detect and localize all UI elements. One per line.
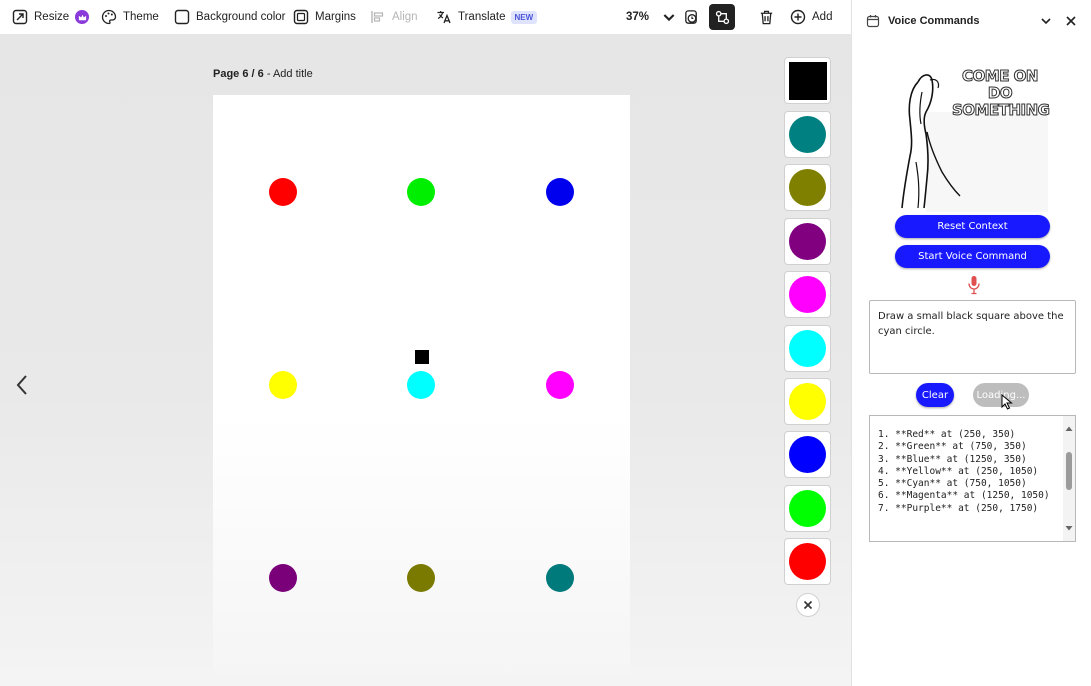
swatch-fill bbox=[789, 223, 826, 260]
scrollbar-thumb[interactable] bbox=[1066, 452, 1072, 490]
add-title-link[interactable]: - Add title bbox=[267, 68, 313, 80]
plus-circle-icon bbox=[790, 9, 806, 25]
swatch-blue[interactable] bbox=[784, 431, 831, 478]
timer-icon bbox=[683, 9, 700, 26]
margins-icon bbox=[293, 9, 309, 25]
swatch-olive[interactable] bbox=[784, 164, 831, 211]
reset-context-button[interactable]: Reset Context bbox=[895, 215, 1050, 238]
panel-title: Voice Commands bbox=[888, 15, 980, 27]
swatch-fill bbox=[788, 61, 827, 100]
plugin-icon bbox=[714, 9, 731, 26]
magenta-circle[interactable] bbox=[546, 371, 574, 399]
mouse-cursor-icon bbox=[1001, 393, 1013, 410]
output-scrollbar[interactable] bbox=[1063, 416, 1075, 541]
theme-button[interactable]: Theme bbox=[101, 0, 159, 34]
scroll-down-arrow-icon[interactable] bbox=[1065, 519, 1073, 531]
voice-command-textarea[interactable]: Draw a small black square above the cyan… bbox=[869, 300, 1076, 374]
close-icon bbox=[1066, 16, 1076, 26]
margins-button[interactable]: Margins bbox=[293, 0, 356, 34]
swatch-fill bbox=[789, 169, 826, 206]
clear-button[interactable]: Clear bbox=[916, 383, 954, 407]
swatch-red[interactable] bbox=[784, 538, 831, 585]
premium-crown-icon bbox=[75, 10, 90, 24]
teal-circle[interactable] bbox=[546, 564, 574, 592]
trash-icon bbox=[758, 9, 775, 26]
zoom-value: 37% bbox=[626, 11, 650, 23]
scroll-up-arrow-icon[interactable] bbox=[1065, 420, 1073, 431]
blue-circle[interactable] bbox=[546, 178, 574, 206]
translate-icon bbox=[436, 9, 452, 25]
collapse-panel-button[interactable] bbox=[1038, 13, 1054, 29]
swatch-fill bbox=[789, 543, 826, 580]
swatch-teal[interactable] bbox=[784, 111, 831, 158]
start-voice-command-button[interactable]: Start Voice Command bbox=[895, 245, 1050, 268]
chevron-down-icon bbox=[661, 9, 677, 25]
close-icon bbox=[803, 600, 813, 610]
page-indicator: Page 6 / 6 - Add title bbox=[213, 68, 313, 80]
square-outline-icon bbox=[174, 9, 190, 25]
swatch-cyan[interactable] bbox=[784, 325, 831, 372]
response-output-text: 1. **Red** at (250, 350) 2. **Green** at… bbox=[878, 429, 1050, 514]
purple-circle[interactable] bbox=[269, 564, 297, 592]
resize-label: Resize bbox=[34, 11, 70, 23]
translate-button[interactable]: Translate NEW bbox=[436, 0, 538, 34]
background-color-label: Background color bbox=[196, 11, 286, 23]
microphone-icon[interactable] bbox=[967, 275, 981, 295]
timer-button[interactable] bbox=[678, 4, 704, 30]
top-toolbar: Resize Theme Background color Margins Al… bbox=[0, 0, 851, 34]
swatch-black-square[interactable] bbox=[784, 57, 831, 104]
red-circle[interactable] bbox=[269, 178, 297, 206]
page-number: Page 6 / 6 bbox=[213, 68, 264, 80]
design-page[interactable] bbox=[213, 95, 630, 675]
meme-caption: COME ON DO SOMETHING bbox=[952, 67, 1051, 119]
panel-header: Voice Commands bbox=[852, 0, 1091, 42]
resize-icon bbox=[12, 9, 28, 25]
add-button[interactable]: Add bbox=[790, 0, 832, 34]
swatch-purple[interactable] bbox=[784, 218, 831, 265]
chevron-left-icon bbox=[15, 374, 29, 396]
translate-label: Translate bbox=[458, 11, 506, 23]
new-badge: NEW bbox=[510, 10, 538, 24]
align-label: Align bbox=[392, 11, 418, 23]
swatch-fill bbox=[789, 383, 826, 420]
previous-page-button[interactable] bbox=[12, 372, 32, 398]
palette-icon bbox=[101, 9, 117, 25]
plugin-button[interactable] bbox=[709, 4, 735, 30]
swatch-fill bbox=[789, 436, 826, 473]
add-label: Add bbox=[812, 11, 833, 23]
green-circle[interactable] bbox=[407, 178, 435, 206]
resize-button[interactable]: Resize bbox=[12, 0, 90, 34]
swatch-fill bbox=[789, 330, 826, 367]
swatch-fill bbox=[789, 116, 826, 153]
meme-image: COME ON DO SOMETHING bbox=[896, 62, 1051, 212]
delete-button[interactable] bbox=[753, 4, 779, 30]
close-panel-button[interactable] bbox=[1063, 13, 1079, 29]
cyan-circle[interactable] bbox=[407, 371, 435, 399]
close-swatches-button[interactable] bbox=[796, 593, 820, 617]
olive-circle[interactable] bbox=[407, 564, 435, 592]
response-output-box[interactable]: 1. **Red** at (250, 350) 2. **Green** at… bbox=[869, 415, 1076, 542]
align-button[interactable]: Align bbox=[370, 0, 418, 34]
calendar-icon bbox=[866, 14, 880, 28]
margins-label: Margins bbox=[315, 11, 356, 23]
black-square[interactable] bbox=[415, 350, 429, 364]
swatch-yellow[interactable] bbox=[784, 378, 831, 425]
swatch-fill bbox=[789, 490, 826, 527]
swatch-magenta[interactable] bbox=[784, 271, 831, 318]
swatch-fill bbox=[789, 276, 826, 313]
chevron-down-icon bbox=[1041, 18, 1051, 25]
theme-label: Theme bbox=[123, 11, 159, 23]
align-left-icon bbox=[370, 9, 386, 25]
background-color-button[interactable]: Background color bbox=[174, 0, 286, 34]
swatch-green[interactable] bbox=[784, 485, 831, 532]
zoom-dropdown[interactable]: 37% bbox=[626, 0, 677, 34]
yellow-circle[interactable] bbox=[269, 371, 297, 399]
